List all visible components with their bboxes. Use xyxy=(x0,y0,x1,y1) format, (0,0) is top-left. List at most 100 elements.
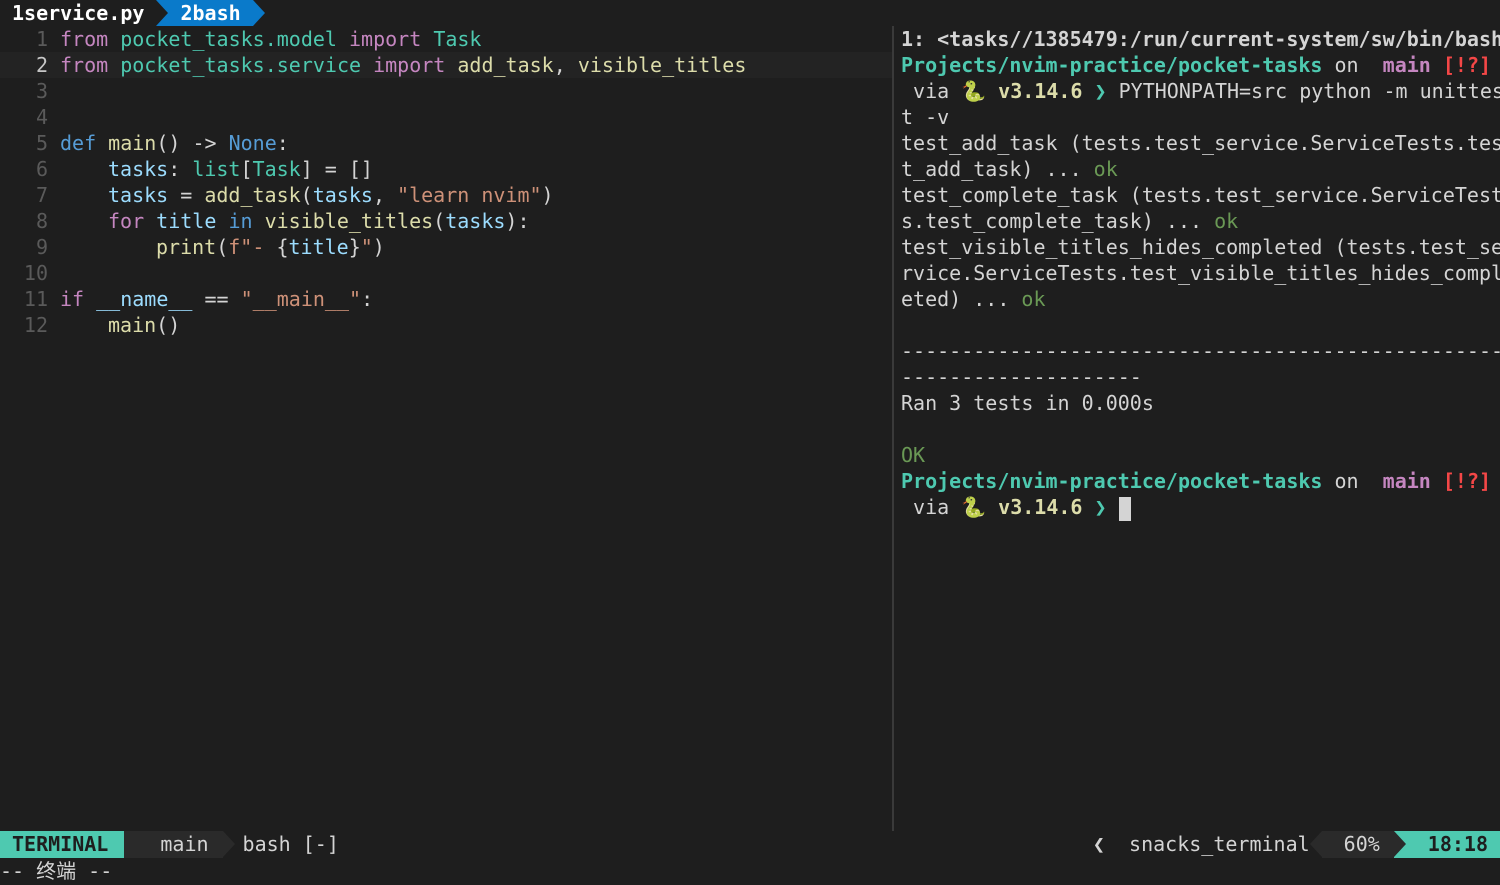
string-literal: " xyxy=(360,235,373,259)
variable: tasks xyxy=(312,183,373,207)
code-line[interactable]: 11 if __name__ == "__main__": xyxy=(0,286,892,312)
line-number: 7 xyxy=(35,183,48,207)
type-name: Task xyxy=(252,157,301,181)
git-branch-section: main xyxy=(124,831,235,858)
terminal-header: 1: <tasks//1385479:/run/current-system/s… xyxy=(901,27,1500,51)
variable: __name__ xyxy=(96,287,193,311)
variable: tasks xyxy=(445,209,506,233)
tab-service-py[interactable]: 1 service.py xyxy=(0,0,157,26)
code-line[interactable]: 3 xyxy=(0,78,892,104)
line-number: 6 xyxy=(35,157,48,181)
prompt-chevron-icon: ❯ xyxy=(1094,495,1107,519)
line-number: 8 xyxy=(35,209,48,233)
git-branch: main xyxy=(160,832,209,856)
command-line[interactable]: -- 终端 -- xyxy=(0,858,1500,885)
prompt-line: Projects/nvim-practice/pocket-tasks on m… xyxy=(901,468,1500,494)
import-name: add_task xyxy=(457,53,554,77)
function-call: visible_titles xyxy=(264,209,434,233)
tab-label: service.py xyxy=(24,1,145,25)
statusline: TERMINAL main bash [-] ❮ snacks_terminal… xyxy=(0,831,1500,858)
line-number: 3 xyxy=(35,79,48,103)
filetype: snacks_terminal xyxy=(1129,832,1310,856)
test-ok: ok xyxy=(1093,157,1118,181)
string-literal: f"- xyxy=(228,235,277,259)
prompt-chevron-icon: ❯ xyxy=(1094,79,1107,103)
prompt-path: Projects/nvim-practice/pocket-tasks xyxy=(901,53,1323,77)
line-number: 2 xyxy=(35,53,48,77)
clock: 18:18 xyxy=(1393,831,1500,858)
variable: tasks xyxy=(108,157,169,181)
variable: title xyxy=(156,209,217,233)
code-line[interactable]: 10 xyxy=(0,260,892,286)
line-number: 1 xyxy=(35,27,48,51)
variable: title xyxy=(288,235,349,259)
terminal-pane[interactable]: 1: <tasks//1385479:/run/current-system/s… xyxy=(901,26,1500,831)
prompt-on: on xyxy=(1322,469,1371,493)
variable: tasks xyxy=(108,183,169,207)
code-line[interactable]: 12 main() xyxy=(0,312,892,338)
line-number: 12 xyxy=(23,313,48,337)
test-ok: ok xyxy=(1021,287,1046,311)
code-line[interactable]: 9 print(f"- {title}") xyxy=(0,234,892,260)
editor-pane[interactable]: 1 from pocket_tasks.model import Task 2 fr… xyxy=(0,26,892,831)
test-output: rvice.ServiceTests.test_visible_titles_h… xyxy=(901,261,1500,285)
kw-import: import xyxy=(349,27,422,51)
kw-from: from xyxy=(60,53,109,77)
test-text: t_add_task) ... xyxy=(901,157,1094,181)
test-result-ok: OK xyxy=(901,443,926,467)
kw-from: from xyxy=(60,27,109,51)
class-name: Task xyxy=(433,27,482,51)
test-output: s.test_complete_task) ... ok xyxy=(901,208,1500,234)
string-literal: "__main__" xyxy=(240,287,362,311)
tabline: 1 service.py 2 bash xyxy=(0,0,1500,26)
code-line[interactable]: 8 for title in visible_titles(tasks): xyxy=(0,208,892,234)
test-ok: ok xyxy=(1214,209,1239,233)
code-line[interactable]: 7 tasks = add_task(tasks, "learn nvim") xyxy=(0,182,892,208)
window-divider[interactable] xyxy=(892,26,894,831)
kw-in: in xyxy=(228,209,253,233)
python-version: v3.14.6 xyxy=(998,495,1083,519)
test-text: s.test_complete_task) ... xyxy=(901,209,1215,233)
type-name: list xyxy=(192,157,241,181)
mode-indicator: TERMINAL xyxy=(0,831,137,858)
prompt-line: via 🐍 v3.14.6 ❯ PYTHONPATH=src python -m… xyxy=(901,78,1500,104)
code-line[interactable]: 6 tasks: list[Task] = [] xyxy=(0,156,892,182)
test-output: test_visible_titles_hides_completed (tes… xyxy=(901,235,1500,259)
kw-def: def xyxy=(60,131,97,155)
git-branch: main xyxy=(1382,469,1431,493)
string-literal: "learn nvim" xyxy=(397,183,542,207)
test-output: t_add_task) ... ok xyxy=(901,156,1500,182)
python-icon: 🐍 xyxy=(961,79,987,103)
git-status: [!?] xyxy=(1442,469,1492,493)
command-text: PYTHONPATH=src python -m unittes xyxy=(1118,79,1500,103)
code-line[interactable]: 2 from pocket_tasks.service import add_ta… xyxy=(0,52,892,78)
test-output: eted) ... ok xyxy=(901,286,1500,312)
prompt-via: via xyxy=(901,79,962,103)
code-line[interactable]: 1 from pocket_tasks.model import Task xyxy=(0,26,892,52)
scroll-percent: 60% xyxy=(1309,831,1394,858)
kw-for: for xyxy=(108,209,145,233)
git-branch: main xyxy=(1382,53,1431,77)
kw-if: if xyxy=(60,287,85,311)
prompt-line[interactable]: via 🐍 v3.14.6 ❯ xyxy=(901,494,1500,521)
code-line[interactable]: 4 xyxy=(0,104,892,130)
test-output: test_add_task (tests.test_service.Servic… xyxy=(901,131,1500,155)
terminal-cursor xyxy=(1118,496,1131,521)
prompt-path: Projects/nvim-practice/pocket-tasks xyxy=(901,469,1323,493)
function-call: print xyxy=(156,235,217,259)
code-line[interactable]: 5 def main() -> None: xyxy=(0,130,892,156)
buffer-name: bash [-] xyxy=(242,832,339,856)
filetype-section: ❮ snacks_terminal xyxy=(1069,831,1322,858)
function-call: main xyxy=(108,313,157,337)
test-summary: Ran 3 tests in 0.000s xyxy=(901,391,1154,415)
kw-none: None xyxy=(228,131,277,155)
tab-number: 2 xyxy=(180,1,193,25)
chevron-left-icon: ❮ xyxy=(1092,832,1105,856)
test-output: test_complete_task (tests.test_service.S… xyxy=(901,183,1500,207)
tab-bash[interactable]: 2 bash xyxy=(156,0,265,26)
line-number: 4 xyxy=(35,105,48,129)
module-name: pocket_tasks.service xyxy=(120,53,362,77)
command-wrap: t -v xyxy=(901,105,950,129)
